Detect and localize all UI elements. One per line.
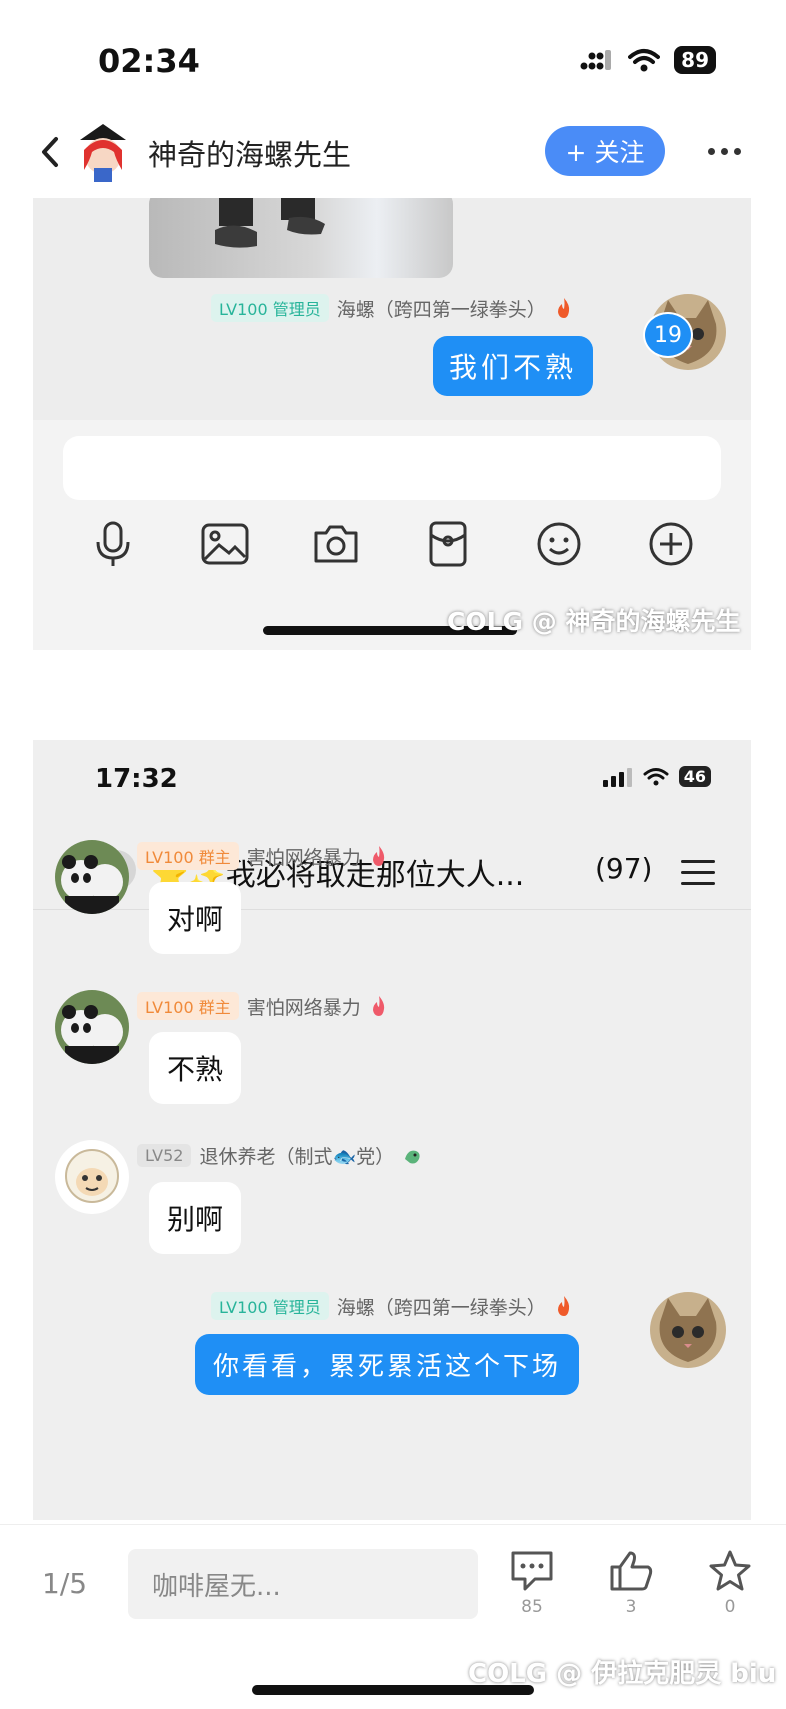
message-sender-row: LV100 管理员 海螺（跨四第一绿拳头） bbox=[211, 1292, 574, 1320]
battery-indicator: 46 bbox=[678, 766, 711, 787]
camera-icon[interactable] bbox=[308, 516, 364, 572]
sent-message-bubble: 你看看，累死累活这个下场 bbox=[195, 1334, 580, 1395]
sender-name: 海螺（跨四第一绿拳头） bbox=[336, 1296, 546, 1319]
menu-icon[interactable] bbox=[681, 860, 715, 893]
received-message-bubble: 别啊 bbox=[149, 1182, 242, 1254]
favorite-count: 0 bbox=[724, 1597, 736, 1617]
unread-count-badge[interactable]: 19 bbox=[643, 312, 693, 358]
signal-icon bbox=[602, 767, 632, 787]
like-count: 3 bbox=[625, 1597, 637, 1617]
like-button[interactable]: 3 bbox=[601, 1549, 661, 1617]
received-message-bubble: 对啊 bbox=[149, 882, 242, 954]
fire-icon bbox=[372, 996, 384, 1016]
status-time: 02:34 bbox=[98, 42, 200, 80]
home-indicator bbox=[252, 1685, 534, 1695]
follow-button[interactable]: + 关注 bbox=[545, 126, 665, 176]
cat-avatar[interactable] bbox=[650, 1292, 726, 1368]
page-title: 神奇的海螺先生 bbox=[148, 138, 352, 172]
comment-input[interactable]: 咖啡屋无... bbox=[128, 1549, 478, 1619]
red-packet-icon[interactable] bbox=[420, 516, 476, 572]
sender-name: 害怕网络暴力 bbox=[246, 846, 361, 869]
emoji-icon[interactable] bbox=[531, 516, 587, 572]
fire-icon bbox=[557, 1296, 569, 1316]
level-badge: LV52 bbox=[137, 1144, 192, 1167]
panda-avatar[interactable] bbox=[55, 990, 129, 1064]
chat-toolbar bbox=[85, 516, 699, 572]
image-icon[interactable] bbox=[197, 516, 253, 572]
bottom-comment-bar: 1/5 咖啡屋无... 85 3 0 COLG @ 伊拉克肥灵 biu bbox=[0, 1524, 786, 1709]
sender-name: 害怕网络暴力 bbox=[246, 996, 361, 1019]
more-dots-icon[interactable] bbox=[708, 148, 741, 155]
received-message-bubble: 不熟 bbox=[149, 1032, 242, 1104]
comment-icon bbox=[511, 1551, 553, 1591]
plus-circle-icon[interactable] bbox=[643, 516, 699, 572]
like-icon bbox=[610, 1551, 653, 1591]
battery-indicator: 89 bbox=[674, 46, 716, 74]
level-badge: LV100 群主 bbox=[137, 992, 239, 1020]
sender-name: 退休养老（制式🐟党） bbox=[199, 1146, 395, 1168]
status-icons: 89 bbox=[580, 46, 716, 74]
mic-icon[interactable] bbox=[85, 516, 141, 572]
header: 神奇的海螺先生 + 关注 bbox=[0, 112, 786, 192]
chat-input-panel: COLG @ 神奇的海螺先生 bbox=[33, 420, 751, 650]
favorite-button[interactable]: 0 bbox=[700, 1549, 760, 1617]
dragon-icon bbox=[405, 1150, 420, 1163]
sheep-avatar[interactable] bbox=[55, 1140, 129, 1214]
message-sender-row: LV100 群主 害怕网络暴力 bbox=[137, 842, 389, 870]
level-badge: LV100 群主 bbox=[137, 842, 239, 870]
status-bar: 02:34 89 bbox=[0, 0, 786, 110]
avatar[interactable] bbox=[70, 120, 136, 186]
watermark: COLG @ 神奇的海螺先生 bbox=[447, 607, 741, 636]
member-count: (97) bbox=[595, 852, 653, 885]
signal-icon bbox=[580, 50, 612, 70]
back-chevron-icon[interactable] bbox=[36, 134, 66, 170]
level-badge: LV100 管理员 bbox=[211, 294, 329, 322]
comment-button[interactable]: 85 bbox=[502, 1549, 562, 1617]
star-icon bbox=[709, 1550, 751, 1591]
sent-message-bubble: 我们不熟 bbox=[433, 336, 594, 396]
status-time: 17:32 bbox=[95, 764, 178, 794]
chat-text-input[interactable] bbox=[63, 436, 721, 500]
message-sender-row: LV100 群主 害怕网络暴力 bbox=[137, 992, 389, 1020]
page-indicator: 1/5 bbox=[42, 1567, 88, 1600]
wifi-icon bbox=[643, 767, 669, 785]
fire-icon bbox=[557, 298, 569, 318]
photo-message[interactable] bbox=[149, 198, 453, 278]
sender-name: 海螺（跨四第一绿拳头） bbox=[336, 298, 546, 321]
comment-count: 85 bbox=[521, 1597, 543, 1617]
status-icons: 46 bbox=[602, 766, 711, 787]
panda-avatar[interactable] bbox=[55, 840, 129, 914]
message-sender-row: LV52 退休养老（制式🐟党） bbox=[137, 1142, 422, 1169]
chat-screenshot-1: LV100 管理员 海螺（跨四第一绿拳头） 19 我们不熟 COLG @ 神奇的… bbox=[33, 198, 751, 650]
message-sender-row: LV100 管理员 海螺（跨四第一绿拳头） bbox=[211, 294, 574, 322]
level-badge: LV100 管理员 bbox=[211, 1292, 329, 1320]
wifi-icon bbox=[628, 49, 661, 72]
chat-screenshot-2: 17:32 46 7 ⭐✨我必将取走那位大人... (97) L bbox=[33, 740, 751, 1520]
fire-icon bbox=[372, 846, 384, 866]
